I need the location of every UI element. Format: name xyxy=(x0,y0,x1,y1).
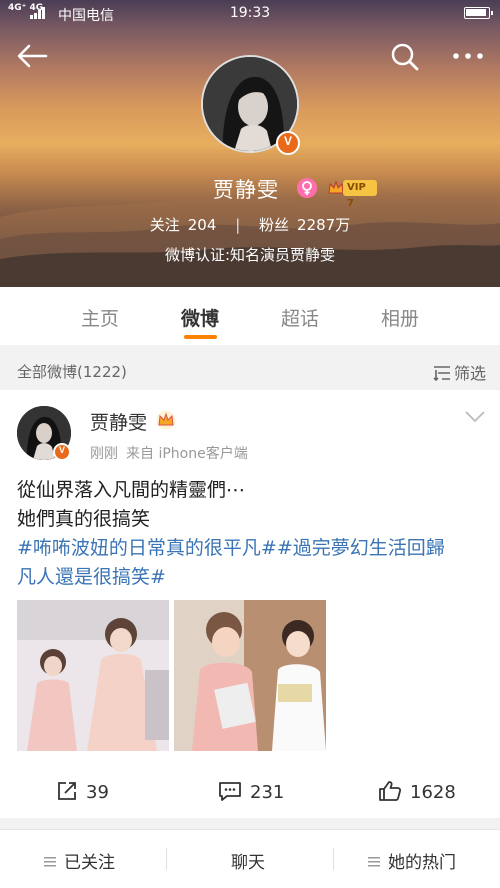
tab-home[interactable]: 主页 xyxy=(60,304,140,331)
hot-posts-label: 她的热门 xyxy=(388,853,456,873)
vip-crown-icon xyxy=(156,410,176,430)
profile-name: 贾静雯 xyxy=(213,178,279,202)
repost-count: 39 xyxy=(86,782,109,803)
back-arrow-icon xyxy=(17,44,48,68)
search-icon xyxy=(391,43,419,71)
thumbs-up-icon xyxy=(379,781,402,801)
tab-weibo[interactable]: 微博 xyxy=(160,304,240,331)
post-text-line: 她們真的很搞笑 xyxy=(17,508,151,530)
menu-icon xyxy=(368,857,380,867)
post-actions: 39 231 1628 xyxy=(0,778,500,808)
followed-button[interactable]: 已关注 xyxy=(44,848,115,873)
following-label: 关注 xyxy=(149,216,180,234)
followers-count: 2287万 xyxy=(297,216,351,234)
verified-badge-icon xyxy=(276,131,300,155)
topic-hashtag-link[interactable]: 凡人還是很搞笑# xyxy=(17,563,487,592)
stats-divider: | xyxy=(235,216,241,234)
more-button[interactable] xyxy=(450,44,486,68)
filter-label: 筛选 xyxy=(453,364,486,383)
post-meta: 刚刚 来自 iPhone客户端 xyxy=(90,443,248,463)
following-link[interactable]: 关注 204 xyxy=(150,214,217,235)
filter-button[interactable]: 筛选 xyxy=(433,360,486,384)
female-icon xyxy=(297,178,317,198)
followed-label: 已关注 xyxy=(64,853,115,873)
post-time: 刚刚 xyxy=(90,446,118,462)
comment-icon xyxy=(219,782,241,801)
post-verified-badge-icon xyxy=(53,443,71,461)
status-bar: 4G⁺ 4G 中国电信 19:33 xyxy=(0,0,500,28)
hot-posts-button[interactable]: 她的热门 xyxy=(368,848,456,873)
followers-link[interactable]: 粉丝 2287万 xyxy=(259,214,350,235)
comment-button[interactable]: 231 xyxy=(218,778,284,808)
post-photo[interactable] xyxy=(174,600,326,751)
like-count: 1628 xyxy=(410,782,456,803)
repost-button[interactable]: 39 xyxy=(56,778,109,808)
back-button[interactable] xyxy=(14,40,50,72)
repost-icon xyxy=(58,782,76,800)
tab-super-topic[interactable]: 超话 xyxy=(260,304,340,331)
menu-icon xyxy=(44,857,56,867)
post-photo[interactable] xyxy=(17,600,169,751)
vip-level: VIP 7 xyxy=(343,180,377,209)
chevron-down-icon[interactable] xyxy=(464,410,486,424)
post-text-line: 從仙界落入凡間的精靈們⋯ xyxy=(17,479,246,501)
filter-bar: 全部微博(1222) 筛选 xyxy=(0,352,500,388)
more-dots-icon xyxy=(453,53,483,59)
bottom-divider xyxy=(166,848,167,870)
topic-hashtag-link[interactable]: #咘咘波妞的日常真的很平凡##過完夢幻生活回歸 xyxy=(17,534,487,563)
filter-icon xyxy=(433,366,450,381)
verification-text: 微博认证:知名演员贾静雯 xyxy=(164,246,336,264)
profile-cover: 4G⁺ 4G 中国电信 19:33 贾静雯 xyxy=(0,0,500,287)
follow-stats: 关注 204 | 粉丝 2287万 xyxy=(0,214,500,235)
photo-girls-in-dresses xyxy=(17,600,169,751)
profile-tabs: 主页 微博 超话 相册 xyxy=(0,287,500,345)
tab-album[interactable]: 相册 xyxy=(360,304,440,331)
post-author-name[interactable]: 贾静雯 xyxy=(90,408,147,435)
following-count: 204 xyxy=(187,216,217,234)
post-text: 從仙界落入凡間的精靈們⋯ 她們真的很搞笑 #咘咘波妞的日常真的很平凡##過完夢幻… xyxy=(17,476,487,592)
like-button[interactable]: 1628 xyxy=(378,778,456,808)
clock: 19:33 xyxy=(229,5,271,21)
photo-girls-with-magazine xyxy=(174,600,326,751)
active-tab-indicator xyxy=(184,335,217,339)
vip-badge[interactable]: VIP 7 xyxy=(327,178,377,209)
post-card: 贾静雯 刚刚来自 iPhone客户端 從仙界落入凡間的精靈們⋯ 她們真的很搞笑 … xyxy=(0,390,500,818)
comment-count: 231 xyxy=(250,782,285,803)
post-source: 来自 iPhone客户端 xyxy=(126,446,248,462)
followers-label: 粉丝 xyxy=(259,216,290,234)
chat-button[interactable]: 聊天 xyxy=(231,848,265,873)
all-posts-count: 全部微博(1222) xyxy=(17,363,127,381)
bottom-bar: 已关注 聊天 她的热门 xyxy=(0,829,500,888)
bottom-divider xyxy=(333,848,334,870)
search-button[interactable] xyxy=(390,42,420,72)
chat-label: 聊天 xyxy=(231,853,265,873)
battery-icon xyxy=(464,7,493,19)
